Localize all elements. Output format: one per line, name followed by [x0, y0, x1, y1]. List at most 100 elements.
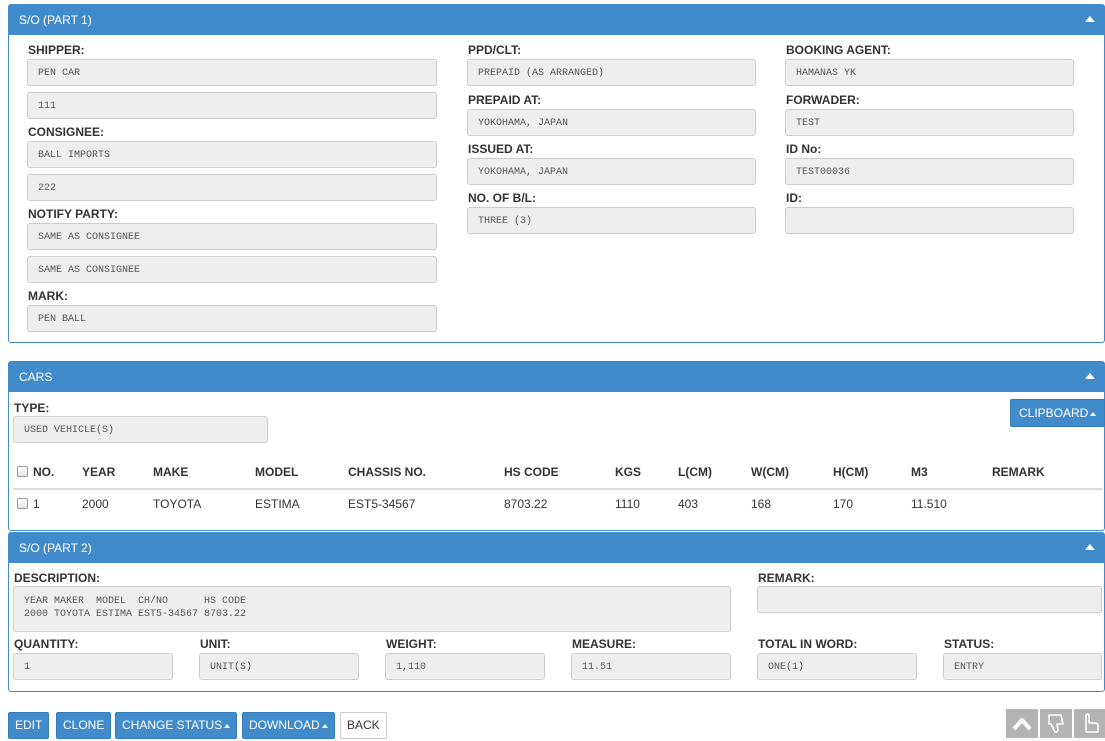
- description-field[interactable]: YEAR MAKER MODEL CH/NO HS CODE 2000 TOYO…: [13, 586, 731, 632]
- cell-hs-code: 8703.22: [504, 497, 548, 511]
- measure-label: MEASURE:: [572, 637, 637, 651]
- weight-field[interactable]: 1,110: [385, 653, 545, 680]
- back-button[interactable]: BACK: [340, 712, 387, 739]
- thumbs-down-icon: [1048, 714, 1064, 734]
- prepaid-at-field[interactable]: YOKOHAMA, JAPAN: [467, 109, 756, 136]
- forwader-field[interactable]: TEST: [785, 109, 1074, 136]
- consignee-label: CONSIGNEE:: [28, 125, 105, 139]
- prepaid-at-label: PREPAID AT:: [468, 93, 542, 107]
- row-checkbox[interactable]: [17, 498, 28, 509]
- total-in-word-label: TOTAL IN WORD:: [758, 637, 858, 651]
- collapse-icon[interactable]: [1085, 544, 1095, 550]
- notify-party-label: NOTIFY PARTY:: [28, 207, 118, 221]
- caret-up-icon: [224, 723, 231, 728]
- cell-chassis: EST5-34567: [348, 497, 416, 511]
- mark-label: MARK:: [28, 289, 68, 303]
- id-no-field[interactable]: TEST00036: [785, 158, 1074, 185]
- pointer-hand-icon: [1085, 713, 1099, 733]
- so-part1-title: S/O (PART 1): [19, 13, 92, 27]
- download-button[interactable]: DOWNLOAD: [242, 712, 335, 739]
- col-remark: REMARK: [992, 465, 1045, 479]
- type-label: TYPE:: [14, 401, 50, 415]
- ppd-clt-label: PPD/CLT:: [468, 43, 522, 57]
- change-status-button[interactable]: CHANGE STATUS: [115, 712, 238, 739]
- notify-party-field-1[interactable]: SAME AS CONSIGNEE: [27, 223, 437, 250]
- scroll-top-icon: [1012, 718, 1032, 731]
- id-label: ID:: [786, 191, 802, 205]
- booking-agent-field[interactable]: HAMANAS YK: [785, 59, 1074, 86]
- collapse-icon[interactable]: [1085, 16, 1095, 22]
- col-year: YEAR: [82, 465, 116, 479]
- total-in-word-field[interactable]: ONE(1): [757, 653, 917, 680]
- type-field[interactable]: USED VEHICLE(S): [13, 416, 268, 443]
- id-no-label: ID No:: [786, 142, 822, 156]
- col-m3: M3: [911, 465, 928, 479]
- cars-header[interactable]: CARS: [9, 362, 1104, 392]
- notify-party-field-2[interactable]: SAME AS CONSIGNEE: [27, 256, 437, 283]
- thumbs-down-button[interactable]: [1040, 709, 1072, 738]
- issued-at-label: ISSUED AT:: [468, 142, 534, 156]
- remark-label: REMARK:: [758, 571, 815, 585]
- clone-button[interactable]: CLONE: [56, 712, 112, 739]
- cell-model: ESTIMA: [255, 497, 300, 511]
- col-hs-code: HS CODE: [504, 465, 559, 479]
- collapse-icon[interactable]: [1085, 373, 1095, 379]
- table-row[interactable]: 1 2000 TOYOTA ESTIMA EST5-34567 8703.22 …: [0, 497, 1105, 515]
- mark-field[interactable]: PEN BALL: [27, 305, 437, 332]
- unit-field[interactable]: UNIT(S): [199, 653, 359, 680]
- shipper-label: SHIPPER:: [28, 43, 85, 57]
- shipper-field-1[interactable]: PEN CAR: [27, 59, 437, 86]
- download-label: DOWNLOAD: [249, 718, 320, 732]
- description-label: DESCRIPTION:: [14, 571, 101, 585]
- booking-agent-label: BOOKING AGENT:: [786, 43, 891, 57]
- so-part1-header[interactable]: S/O (PART 1): [9, 5, 1104, 35]
- col-chassis: CHASSIS NO.: [348, 465, 427, 479]
- so-part2-title: S/O (PART 2): [19, 541, 92, 555]
- no-of-bl-field[interactable]: THREE (3): [467, 207, 756, 234]
- no-of-bl-label: NO. OF B/L:: [468, 191, 536, 205]
- so-part2-header[interactable]: S/O (PART 2): [9, 533, 1104, 563]
- clipboard-label: CLIPBOARD: [1019, 406, 1089, 420]
- scroll-top-button[interactable]: [1006, 709, 1038, 738]
- select-all-checkbox[interactable]: [17, 466, 28, 477]
- caret-up-icon: [1090, 411, 1097, 416]
- shipper-field-2[interactable]: 111: [27, 92, 437, 119]
- issued-at-field[interactable]: YOKOHAMA, JAPAN: [467, 158, 756, 185]
- quantity-field[interactable]: 1: [13, 653, 173, 680]
- cell-height: 170: [833, 497, 854, 511]
- measure-field[interactable]: 11.51: [571, 653, 731, 680]
- table-divider: [13, 488, 1103, 490]
- quantity-label: QUANTITY:: [14, 637, 79, 651]
- caret-up-icon: [321, 723, 328, 728]
- ppd-clt-field[interactable]: PREPAID (AS ARRANGED): [467, 59, 756, 86]
- cell-kgs: 1110: [615, 497, 640, 511]
- cell-length: 403: [678, 497, 699, 511]
- forwader-label: FORWADER:: [786, 93, 860, 107]
- consignee-field-1[interactable]: BALL IMPORTS: [27, 141, 437, 168]
- col-width: W(CM): [751, 465, 789, 479]
- pointer-hand-button[interactable]: [1074, 709, 1105, 738]
- col-make: MAKE: [153, 465, 189, 479]
- cell-width: 168: [751, 497, 772, 511]
- weight-label: WEIGHT:: [386, 637, 437, 651]
- col-kgs: KGS: [615, 465, 642, 479]
- cell-year: 2000: [82, 497, 109, 511]
- consignee-field-2[interactable]: 222: [27, 174, 437, 201]
- cars-title: CARS: [19, 370, 53, 384]
- col-length: L(CM): [678, 465, 712, 479]
- unit-label: UNIT:: [200, 637, 231, 651]
- remark-field[interactable]: [757, 586, 1102, 613]
- status-field[interactable]: ENTRY: [943, 653, 1102, 680]
- col-no: NO.: [33, 465, 55, 479]
- change-status-label: CHANGE STATUS: [122, 718, 223, 732]
- cell-make: TOYOTA: [153, 497, 202, 511]
- id-field[interactable]: [785, 207, 1074, 234]
- clipboard-button[interactable]: CLIPBOARD: [1010, 399, 1105, 427]
- col-model: MODEL: [255, 465, 299, 479]
- cell-no: 1: [33, 497, 40, 511]
- cars-table-header: NO. YEAR MAKE MODEL CHASSIS NO. HS CODE …: [0, 465, 1105, 483]
- edit-button[interactable]: EDIT: [8, 712, 50, 739]
- cell-m3: 11.510: [911, 497, 947, 511]
- status-label: STATUS:: [944, 637, 995, 651]
- col-height: H(CM): [833, 465, 869, 479]
